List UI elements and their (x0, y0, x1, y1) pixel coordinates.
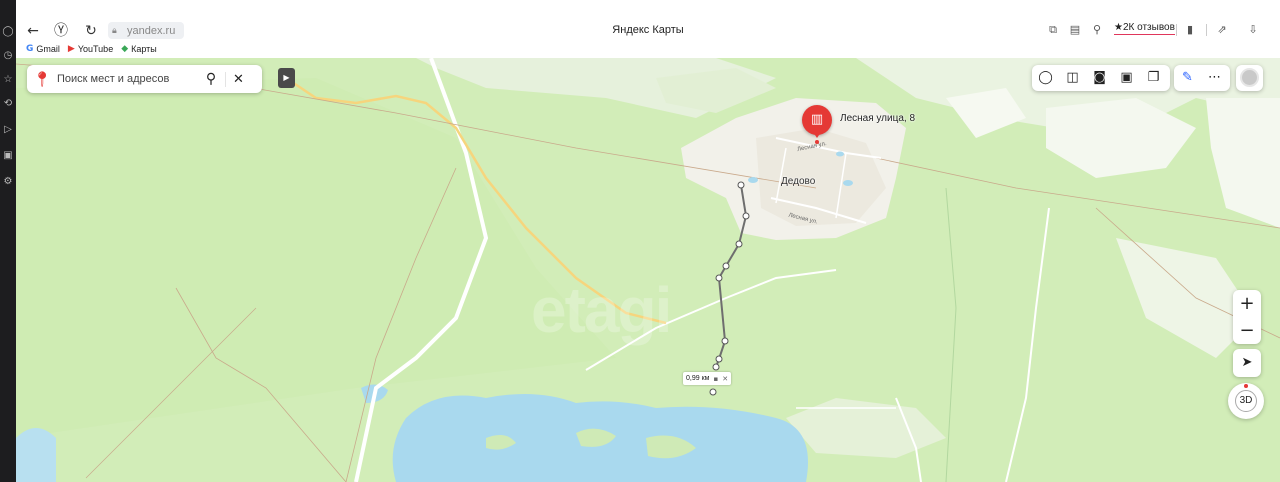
divider (1206, 24, 1207, 36)
zoom-out-button[interactable]: − (1233, 317, 1261, 344)
place-label[interactable]: Лесная улица, 8 (840, 113, 915, 124)
3d-label: 3D (1235, 390, 1257, 412)
bookmark-label: YouTube (77, 44, 114, 54)
bookmarks-bar: G Gmail ▶ YouTube ◆ Карты (26, 44, 157, 54)
download-icon[interactable]: ⇩ (1246, 23, 1260, 37)
user-icon (1240, 68, 1259, 87)
apps-icon[interactable]: ▣ (2, 150, 14, 162)
layers-toolbar: ◯ ◫ ◙ ▣ ❐ (1032, 65, 1170, 91)
divider (1176, 24, 1177, 36)
avatar[interactable] (1236, 65, 1263, 91)
pages-icon[interactable]: ❐ (1140, 65, 1167, 91)
address-bar[interactable]: 🔒︎ yandex.ru (108, 22, 184, 39)
google-icon: G (26, 44, 34, 54)
url-text: yandex.ru (127, 24, 176, 37)
bookmark-icon[interactable]: ▮ (1183, 23, 1197, 37)
more-icon[interactable]: ⋯ (1201, 65, 1228, 91)
layers-icon[interactable]: ◯ (1032, 65, 1059, 91)
bookmark-gmail[interactable]: G Gmail (26, 44, 60, 54)
village-label: Дедово (781, 176, 816, 187)
screen: { "browser": { "url": "yandex.ru", "titl… (0, 0, 1280, 482)
settings-icon[interactable]: ⚙ (2, 176, 14, 188)
play-icon[interactable]: ▷ (2, 124, 14, 136)
building-icon: ▥ (810, 112, 824, 127)
yandex-logo-icon[interactable]: Ⓨ (52, 22, 70, 40)
tools-toolbar: ✎ ⋯ (1174, 65, 1230, 91)
zoom-in-button[interactable]: + (1233, 290, 1261, 317)
history-icon[interactable]: ⟲ (2, 98, 14, 110)
sidebar-toggle-button[interactable]: ▶ (278, 68, 295, 88)
lock-icon: 🔒︎ (112, 25, 117, 36)
star-icon[interactable]: ☆ (2, 74, 14, 86)
bookmark-label: Gmail (36, 44, 60, 54)
close-icon[interactable]: ✕ (722, 375, 728, 383)
bell-icon[interactable]: ◯ (2, 26, 14, 38)
map-pin-icon: 📍︎ (32, 70, 52, 88)
transit-icon[interactable]: ▣ (1113, 65, 1140, 91)
reload-icon[interactable]: ↻ (82, 22, 100, 40)
3d-button[interactable]: 3D (1228, 383, 1264, 419)
ruler-icon[interactable]: ✎ (1174, 65, 1201, 91)
back-arrow-icon[interactable]: ← (24, 22, 42, 40)
trash-icon[interactable]: ▪ (713, 375, 718, 383)
distance-tooltip: 0,99 км ▪ ✕ (683, 372, 732, 385)
youtube-icon: ▶ (67, 44, 75, 54)
translate-icon[interactable]: ⧉ (1046, 23, 1060, 37)
search-icon[interactable]: ⚲ (197, 71, 225, 87)
close-icon[interactable]: ✕ (225, 71, 251, 87)
map-terrain (16, 58, 1280, 482)
distance-value: 0,99 км (686, 375, 710, 382)
panorama-icon[interactable]: ◫ (1059, 65, 1086, 91)
zoom-control: + − (1233, 290, 1261, 344)
bookmark-maps[interactable]: ◆ Карты (121, 44, 157, 54)
location-icon[interactable]: ⚲ (1090, 23, 1104, 37)
maps-icon: ◆ (121, 44, 129, 54)
place-marker-tail (813, 132, 821, 138)
search-input[interactable] (57, 73, 197, 85)
place-marker-dot (815, 140, 819, 144)
search-panel: 📍︎ ⚲ ✕ (27, 65, 262, 93)
share-icon[interactable]: ⇗ (1215, 23, 1229, 37)
compass-north-icon (1244, 384, 1248, 388)
reviews-link[interactable]: ★2К отзывов (1114, 22, 1175, 35)
os-side-strip: ◯ ◷ ☆ ⟲ ▷ ▣ ⚙ (0, 0, 16, 482)
reviews-text: 2К отзывов (1122, 22, 1175, 33)
place-marker[interactable]: ▥ (802, 105, 832, 135)
geolocation-icon[interactable]: ➤ (1233, 349, 1261, 377)
map-canvas[interactable]: etagi Дедово Лесная ул. Лесная ул. ▥ Лес… (16, 58, 1280, 482)
camera-icon[interactable]: ◙ (1086, 65, 1113, 91)
protect-icon[interactable]: ▤ (1068, 23, 1082, 37)
bookmark-youtube[interactable]: ▶ YouTube (68, 44, 113, 54)
bookmark-label: Карты (131, 44, 157, 54)
clock-icon[interactable]: ◷ (2, 50, 14, 62)
browser-toolbar: ← Ⓨ ↻ 🔒︎ yandex.ru Яндекс Карты ⧉ ▤ ⚲ ★2… (16, 0, 1280, 58)
star-icon: ★ (1114, 22, 1123, 33)
